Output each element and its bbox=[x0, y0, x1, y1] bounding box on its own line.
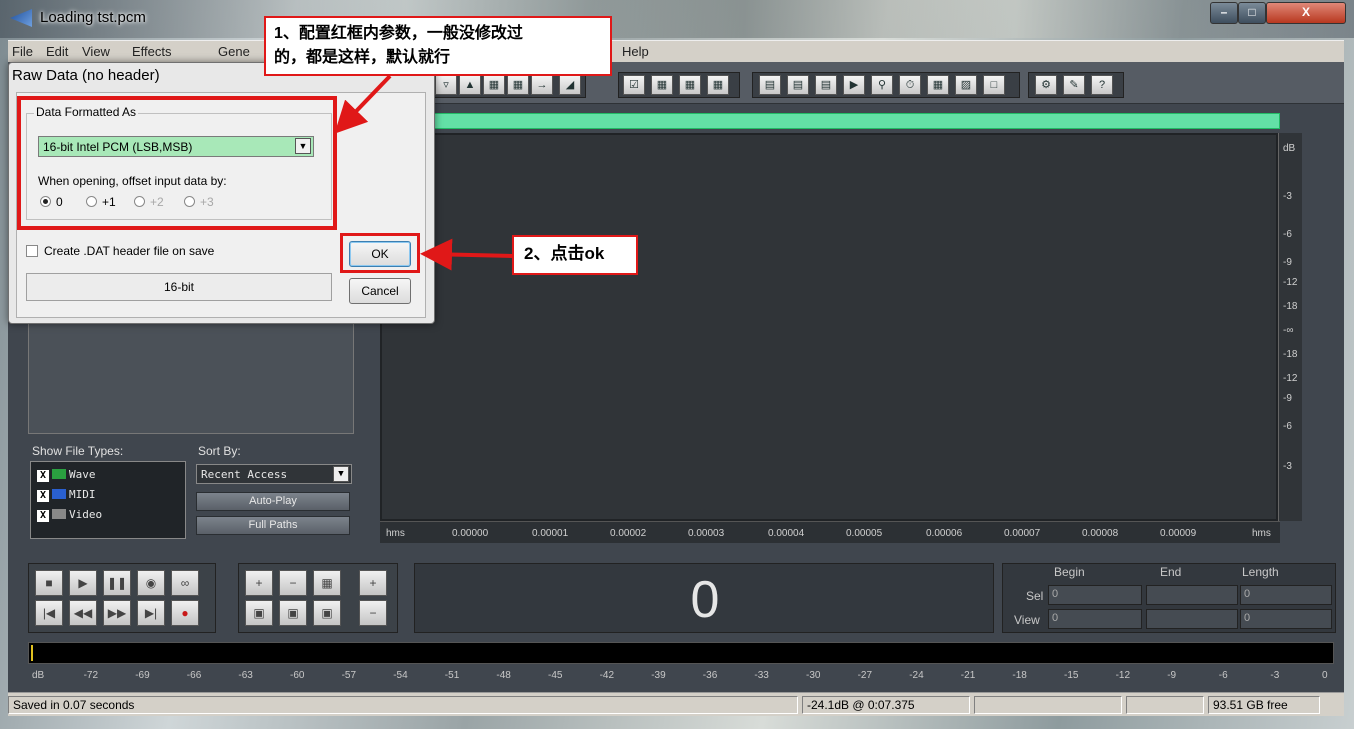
arrow-to-ok bbox=[420, 238, 513, 271]
annotation-arrows bbox=[334, 74, 513, 271]
arrow-to-format bbox=[334, 74, 392, 134]
